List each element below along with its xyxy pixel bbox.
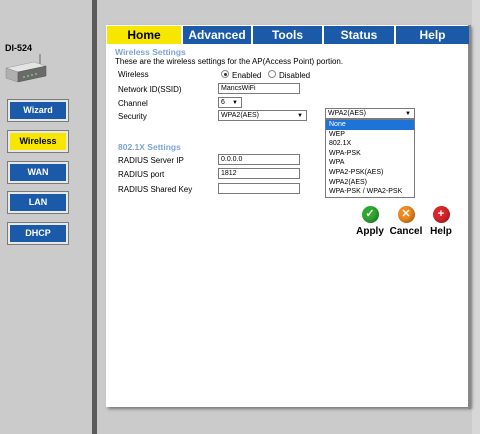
security-select[interactable]: WPA2(AES) ▼: [218, 110, 307, 121]
help-label: Help: [430, 226, 452, 237]
security-option-wpa2-psk-aes[interactable]: WPA2-PSK(AES): [326, 168, 414, 178]
router-icon: [5, 54, 47, 83]
radius-shared-key-input[interactable]: [218, 183, 300, 194]
chevron-down-icon: ▼: [297, 113, 303, 119]
radius-port-input[interactable]: 1812: [218, 168, 300, 179]
radius-server-ip-input[interactable]: 0.0.0.0: [218, 154, 300, 165]
left-sidebar: DI-524 Wizard Wireless WAN LAN DHCP: [0, 0, 92, 434]
channel-select-value: 6: [221, 99, 225, 106]
radius-settings-title: 802.1X Settings: [118, 142, 181, 152]
sidebar-item-dhcp[interactable]: DHCP: [7, 222, 69, 245]
radius-port-label: RADIUS port: [118, 170, 165, 179]
ssid-label: Network ID(SSID): [118, 85, 182, 94]
security-label: Security: [118, 112, 147, 121]
disabled-radio-label: Disabled: [279, 71, 311, 80]
cancel-button[interactable]: ✕ Cancel: [388, 206, 424, 237]
apply-label: Apply: [356, 226, 384, 237]
security-option-wpa2-aes[interactable]: WPA2(AES): [326, 178, 414, 188]
enabled-radio[interactable]: [221, 70, 229, 78]
top-tabs: Home Advanced Tools Status Help: [107, 26, 469, 44]
sidebar-item-wireless[interactable]: Wireless: [7, 130, 69, 153]
chevron-down-icon: ▼: [232, 100, 238, 106]
chevron-down-icon: ▼: [405, 111, 411, 117]
disabled-radio[interactable]: [268, 70, 276, 78]
security-option-none[interactable]: None: [326, 120, 414, 130]
right-strip: [472, 0, 480, 434]
security-option-8021x[interactable]: 802.1X: [326, 139, 414, 149]
security-dropdown-list: None WEP 802.1X WPA-PSK WPA WPA2-PSK(AES…: [325, 119, 415, 198]
tab-home[interactable]: Home: [107, 26, 183, 44]
enabled-radio-label: Enabled: [232, 71, 262, 80]
tab-help[interactable]: Help: [396, 26, 469, 44]
help-button[interactable]: + Help: [427, 206, 455, 237]
tab-status[interactable]: Status: [324, 26, 396, 44]
radius-shared-key-label: RADIUS Shared Key: [118, 185, 193, 194]
tab-tools[interactable]: Tools: [253, 26, 324, 44]
security-option-wpa-psk[interactable]: WPA-PSK: [326, 149, 414, 159]
security-option-wpa[interactable]: WPA: [326, 158, 414, 168]
channel-label: Channel: [118, 99, 148, 108]
sidebar-item-wan[interactable]: WAN: [7, 161, 69, 184]
wireless-label: Wireless: [118, 70, 149, 79]
checkmark-icon: ✓: [361, 206, 379, 223]
plus-icon: +: [432, 206, 450, 223]
security-option-wep[interactable]: WEP: [326, 130, 414, 140]
radius-server-ip-label: RADIUS Server IP: [118, 156, 184, 165]
wireless-description: These are the wireless settings for the …: [115, 57, 344, 66]
sidebar-item-lan[interactable]: LAN: [7, 191, 69, 214]
sidebar-item-wizard[interactable]: Wizard: [7, 99, 69, 122]
apply-button[interactable]: ✓ Apply: [355, 206, 385, 237]
security-option-wpa-wpa2-psk[interactable]: WPA-PSK / WPA2-PSK: [326, 187, 414, 197]
tab-advanced[interactable]: Advanced: [183, 26, 253, 44]
vertical-divider: [92, 0, 97, 434]
security-dropdown-header[interactable]: WPA2(AES) ▼: [325, 108, 415, 119]
close-icon: ✕: [397, 206, 415, 223]
cancel-label: Cancel: [389, 226, 423, 237]
ssid-input[interactable]: MancsWiFi: [218, 83, 300, 94]
panel-shadow: [468, 25, 471, 409]
wireless-settings-title: Wireless Settings: [115, 47, 186, 57]
security-dropdown-value: WPA2(AES): [328, 110, 366, 117]
channel-select[interactable]: 6 ▼: [218, 97, 242, 108]
security-select-value: WPA2(AES): [221, 112, 259, 119]
